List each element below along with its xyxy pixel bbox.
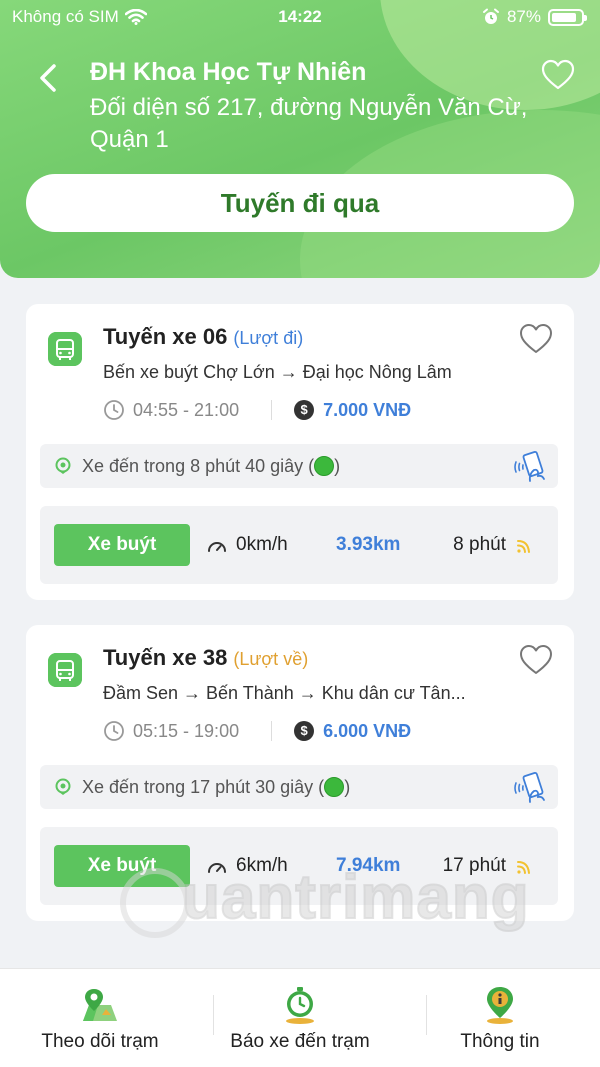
watermark-text: uantrimang — [181, 862, 530, 933]
eta-display: 8 phút — [453, 534, 534, 556]
map-pin-icon — [83, 989, 117, 1021]
timer-icon — [286, 987, 314, 1024]
clock-icon — [104, 400, 124, 420]
dollar-icon: $ — [294, 400, 315, 420]
station-name: ĐH Khoa Học Tự Nhiên — [90, 58, 367, 86]
operating-hours: 05:15 - 19:00 — [133, 720, 240, 741]
arrival-text: Xe đến trong 17 phút 30 giây () — [82, 777, 351, 797]
arrival-banner: Xe đến trong 8 phút 40 giây () — [40, 444, 558, 488]
contactless-payment-icon[interactable] — [512, 450, 548, 484]
operating-hours: 04:55 - 21:00 — [133, 399, 240, 420]
live-tracking-row: Xe buýt 0km/h 3.93km 8 phút — [40, 506, 558, 584]
dollar-icon: $ — [294, 721, 315, 741]
nav-arrival-alert[interactable]: Báo xe đến trạm — [200, 969, 400, 1067]
station-address: Đối diện số 217, đường Nguyễn Văn Cừ, Qu… — [90, 94, 528, 153]
favorite-station-button[interactable] — [540, 58, 576, 92]
route-direction: (Lượt đi) — [233, 328, 304, 348]
location-icon — [55, 457, 71, 474]
contactless-payment-icon[interactable] — [512, 771, 548, 805]
route-name: Tuyến xe 06 — [103, 324, 228, 349]
vehicle-type-button[interactable]: Xe buýt — [54, 524, 190, 566]
location-icon — [55, 778, 71, 795]
live-status-icon — [324, 777, 345, 797]
routes-passing-button[interactable]: Tuyến đi qua — [26, 174, 574, 232]
speed-value: 0km/h — [236, 534, 288, 555]
divider — [271, 400, 273, 420]
arrival-banner: Xe đến trong 17 phút 30 giây () — [40, 765, 558, 809]
divider — [271, 721, 273, 741]
distance-value: 3.93km — [336, 534, 401, 555]
ticket-price: 7.000 VNĐ — [323, 399, 412, 420]
status-bar: Không có SIM 14:22 87% — [0, 0, 600, 34]
route-direction: (Lượt về) — [233, 649, 309, 669]
route-info-row: 05:15 - 19:00 $ 6.000 VNĐ — [103, 719, 411, 743]
clock-icon — [104, 721, 124, 741]
realtime-signal-icon — [517, 540, 530, 553]
alarm-icon — [482, 8, 499, 24]
nav-label: Báo xe đến trạm — [230, 1031, 370, 1052]
nav-label: Thông tin — [460, 1031, 540, 1052]
watermark-logo — [120, 868, 190, 938]
route-name: Tuyến xe 38 — [103, 645, 228, 670]
route-path: Đầm Sen → Bến Thành → Khu dân cư Tân... — [103, 683, 466, 703]
eta-value: 8 phút — [453, 534, 506, 555]
arrival-text: Xe đến trong 8 phút 40 giây () — [82, 456, 341, 476]
bus-icon — [48, 653, 82, 687]
speedometer-icon — [208, 542, 226, 552]
nav-information[interactable]: Thông tin — [400, 969, 600, 1067]
live-status-icon — [314, 456, 335, 476]
route-info-row: 04:55 - 21:00 $ 7.000 VNĐ — [103, 398, 411, 422]
route-path: Bến xe buýt Chợ Lớn → Đại học Nông Lâm — [103, 362, 452, 382]
ticket-price: 6.000 VNĐ — [323, 720, 412, 741]
route-title: Tuyến xe 06 (Lượt đi) — [103, 324, 303, 350]
favorite-route-button[interactable] — [518, 643, 554, 677]
favorite-route-button[interactable] — [518, 322, 554, 356]
route-card[interactable]: Tuyến xe 06 (Lượt đi) Bến xe buýt Chợ Lớn… — [26, 304, 574, 600]
bottom-navigation: Theo dõi trạm Báo xe đến trạm Thông tin — [0, 968, 600, 1067]
watermark: uantrimang — [120, 862, 530, 942]
route-title: Tuyến xe 38 (Lượt về) — [103, 645, 308, 671]
speed-display: 0km/h — [206, 534, 288, 556]
station-header: Không có SIM 14:22 87% ĐH Khoa Học Tự Nh… — [0, 0, 600, 278]
back-button[interactable] — [32, 60, 62, 96]
nav-label: Theo dõi trạm — [41, 1031, 159, 1052]
battery-icon — [548, 8, 587, 26]
info-pin-icon — [487, 987, 513, 1024]
bus-icon — [48, 332, 82, 366]
battery-percent: 87% — [506, 7, 541, 26]
nav-track-station[interactable]: Theo dõi trạm — [0, 969, 200, 1067]
